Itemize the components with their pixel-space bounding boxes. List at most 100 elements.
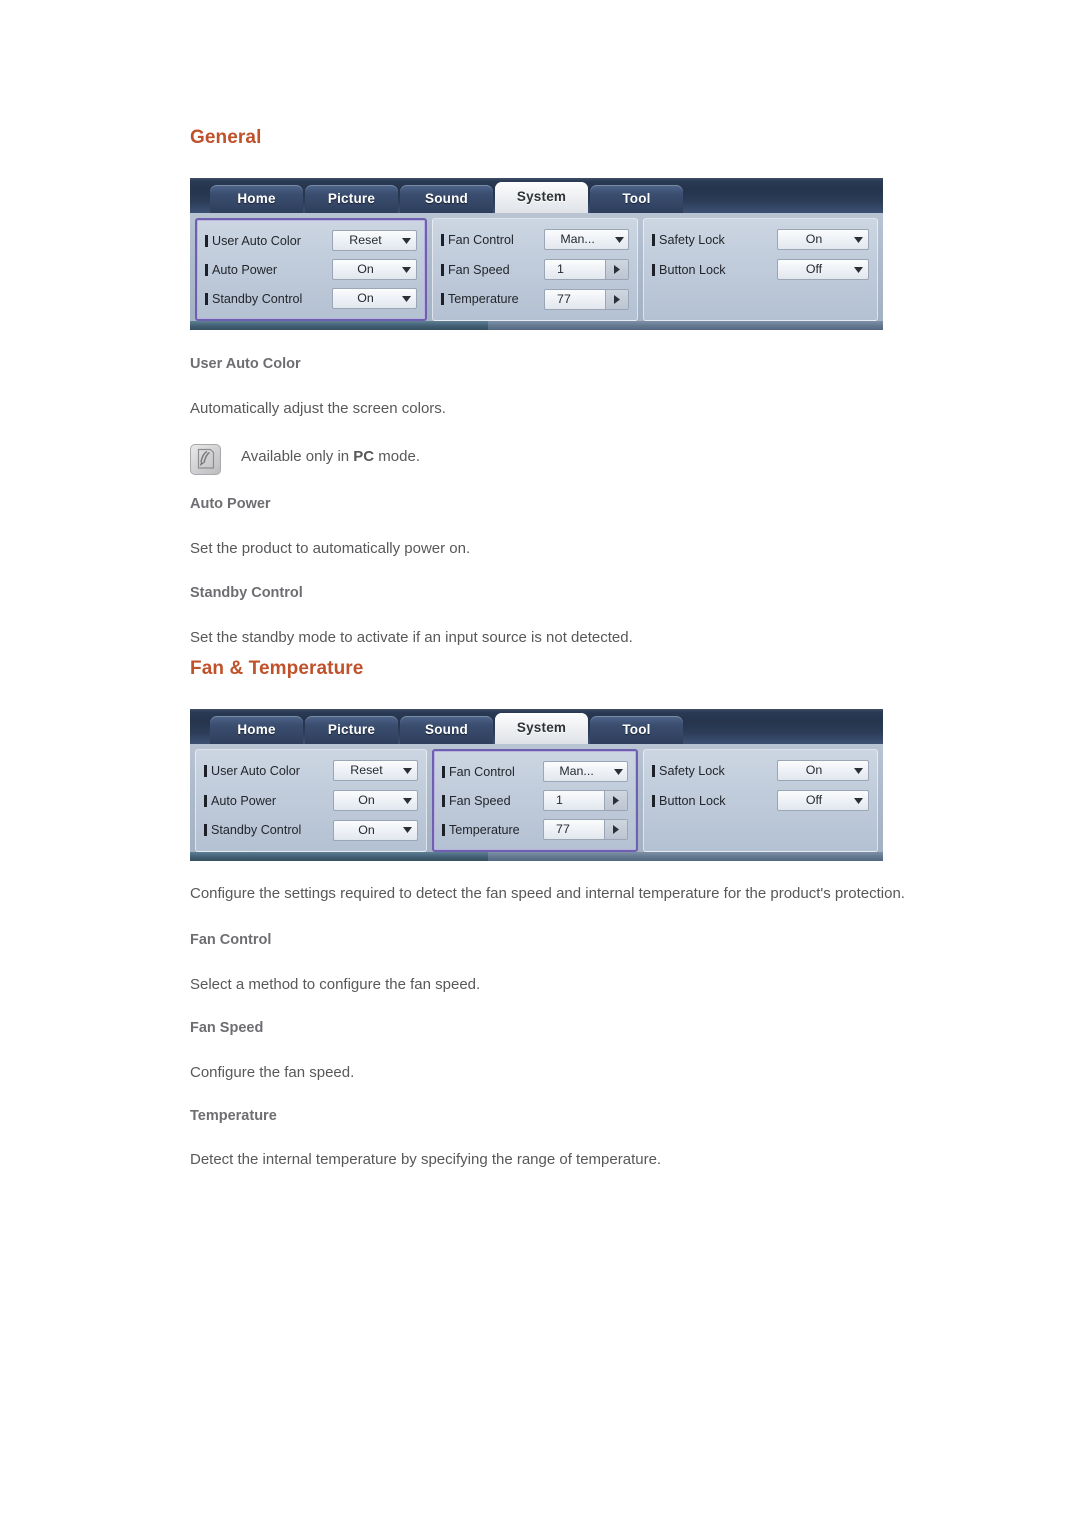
osd-dropdown-standby-control[interactable]: On — [332, 819, 418, 841]
osd-tab-tool[interactable]: Tool — [590, 185, 683, 213]
chevron-right-icon[interactable] — [605, 260, 629, 279]
osd-tab-home[interactable]: Home — [210, 185, 303, 213]
osd-tab-sound[interactable]: Sound — [400, 185, 493, 213]
osd-footer-accent — [190, 852, 488, 861]
osd-dropdown-fan-control[interactable]: Man... — [544, 229, 630, 251]
osd-label-text: Safety Lock — [659, 763, 725, 778]
osd-label-text: Fan Speed — [448, 793, 511, 808]
osd-screenshot-fan-temperature: Home Picture Sound System Tool User Auto… — [190, 709, 883, 861]
chevron-down-icon — [610, 236, 628, 243]
note-pencil-icon — [190, 443, 221, 475]
osd-row-fan-control: Fan Control Man... — [440, 225, 630, 255]
osd-row-user-auto-color: User Auto Color Reset — [205, 226, 417, 255]
osd-label-safety-lock: Safety Lock — [652, 764, 777, 778]
osd-row-auto-power: Auto Power On — [205, 255, 417, 284]
osd-dropdown-button-lock[interactable]: Off — [776, 790, 869, 811]
osd-label-text: Fan Control — [447, 232, 514, 247]
osd-dropdown-user-auto-color[interactable]: Reset — [332, 760, 418, 782]
chevron-down-icon — [850, 266, 868, 273]
bullet-marker-icon — [652, 794, 656, 807]
osd-tabbar: Home Picture Sound System Tool — [190, 178, 883, 213]
osd-footer-accent — [190, 321, 488, 330]
osd-dropdown-auto-power[interactable]: On — [332, 790, 418, 811]
osd-label-user-auto-color: User Auto Color — [205, 234, 332, 248]
osd-row-safety-lock: Safety Lock On — [652, 756, 869, 786]
osd-dropdown-safety-lock[interactable]: On — [776, 760, 869, 782]
bullet-marker-icon — [205, 234, 208, 247]
osd-tab-picture[interactable]: Picture — [305, 185, 398, 213]
osd-tab-picture[interactable]: Picture — [305, 716, 398, 744]
bullet-marker-icon — [441, 765, 445, 778]
osd-dropdown-user-auto-color[interactable]: Reset — [331, 230, 417, 251]
osd-row-button-lock: Button Lock Off — [652, 255, 869, 285]
osd-label-text: Temperature — [447, 292, 519, 307]
osd-row-temperature: Temperature 77 — [440, 284, 630, 314]
osd-label-button-lock: Button Lock — [652, 794, 777, 808]
osd-label-temperature: Temperature — [441, 822, 543, 837]
bullet-marker-icon — [652, 233, 656, 246]
osd-spinner-temperature[interactable]: 77 — [544, 288, 630, 310]
bullet-marker-icon — [652, 263, 656, 276]
osd-label-standby-control: Standby Control — [204, 823, 333, 837]
osd-tab-system[interactable]: System — [495, 713, 588, 744]
osd-label-text: Button Lock — [659, 793, 726, 808]
section-fan-temperature: Fan & Temperature Home Picture Sound Sys… — [190, 659, 965, 1173]
osd-spinner-temperature[interactable]: 77 — [543, 819, 629, 840]
osd-panel-fan-temperature: Fan Control Man... Fan Speed 1 Temperatu… — [431, 749, 639, 852]
chevron-down-icon — [609, 768, 627, 775]
osd-tab-home[interactable]: Home — [210, 716, 303, 744]
bullet-marker-icon — [205, 292, 208, 305]
osd-panel-fan-temperature: Fan Control Man... Fan Speed 1 Temperatu… — [431, 218, 639, 321]
osd-row-fan-speed: Fan Speed 1 — [440, 255, 630, 285]
osd-label-text: Auto Power — [212, 262, 278, 277]
osd-label-button-lock: Button Lock — [652, 263, 777, 277]
osd-row-safety-lock: Safety Lock On — [652, 225, 869, 255]
subheading-standby-control: Standby Control — [190, 584, 303, 601]
osd-label-standby-control: Standby Control — [205, 292, 332, 306]
chevron-right-icon[interactable] — [605, 289, 629, 309]
osd-label-text: Temperature — [448, 822, 520, 837]
bullet-marker-icon — [440, 293, 444, 306]
osd-spinner-fan-speed[interactable]: 1 — [543, 790, 629, 811]
osd-panel-lock: Safety Lock On Button Lock Off — [643, 218, 878, 321]
osd-dropdown-fan-control[interactable]: Man... — [543, 761, 629, 782]
osd-label-text: Safety Lock — [659, 232, 725, 247]
bullet-marker-icon — [440, 233, 444, 246]
osd-dropdown-value: On — [357, 262, 374, 276]
body-fan-temperature-intro: Configure the settings required to detec… — [190, 885, 905, 902]
osd-footer — [190, 321, 883, 330]
bullet-marker-icon — [441, 794, 445, 807]
section-heading-fan-temperature: Fan & Temperature — [190, 658, 364, 679]
osd-row-button-lock: Button Lock Off — [652, 786, 869, 816]
osd-body: User Auto Color Reset Auto Power On Stan… — [190, 744, 883, 852]
osd-tab-sound[interactable]: Sound — [400, 716, 493, 744]
chevron-right-icon[interactable] — [604, 791, 628, 810]
osd-row-standby-control: Standby Control On — [205, 284, 417, 313]
osd-label-text: Auto Power — [211, 793, 277, 808]
chevron-down-icon — [399, 797, 417, 804]
osd-dropdown-value: Off — [805, 793, 823, 807]
osd-spinner-fan-speed[interactable]: 1 — [544, 259, 630, 280]
osd-dropdown-value: Off — [805, 262, 823, 276]
osd-tab-tool[interactable]: Tool — [590, 716, 683, 744]
osd-label-auto-power: Auto Power — [205, 263, 332, 277]
osd-row-auto-power: Auto Power On — [204, 786, 418, 816]
osd-panel-lock: Safety Lock On Button Lock Off — [643, 749, 878, 852]
body-fan-control: Select a method to configure the fan spe… — [190, 975, 481, 993]
osd-dropdown-button-lock[interactable]: Off — [776, 259, 869, 280]
bullet-marker-icon — [204, 764, 207, 777]
osd-dropdown-safety-lock[interactable]: On — [776, 229, 869, 251]
osd-body: User Auto Color Reset Auto Power On Stan… — [190, 213, 883, 321]
osd-dropdown-value: On — [357, 291, 374, 305]
osd-dropdown-value: Man... — [559, 764, 594, 778]
osd-tab-system[interactable]: System — [495, 182, 588, 213]
osd-panel-general: User Auto Color Reset Auto Power On Stan… — [195, 749, 427, 852]
osd-dropdown-standby-control[interactable]: On — [331, 288, 417, 309]
osd-label-fan-control: Fan Control — [440, 232, 544, 247]
subheading-fan-speed: Fan Speed — [190, 1020, 264, 1037]
body-temperature: Detect the internal temperature by speci… — [190, 1151, 662, 1169]
chevron-down-icon — [398, 237, 416, 244]
chevron-right-icon[interactable] — [604, 820, 628, 839]
osd-label-fan-speed: Fan Speed — [440, 263, 544, 277]
osd-dropdown-auto-power[interactable]: On — [331, 259, 417, 280]
